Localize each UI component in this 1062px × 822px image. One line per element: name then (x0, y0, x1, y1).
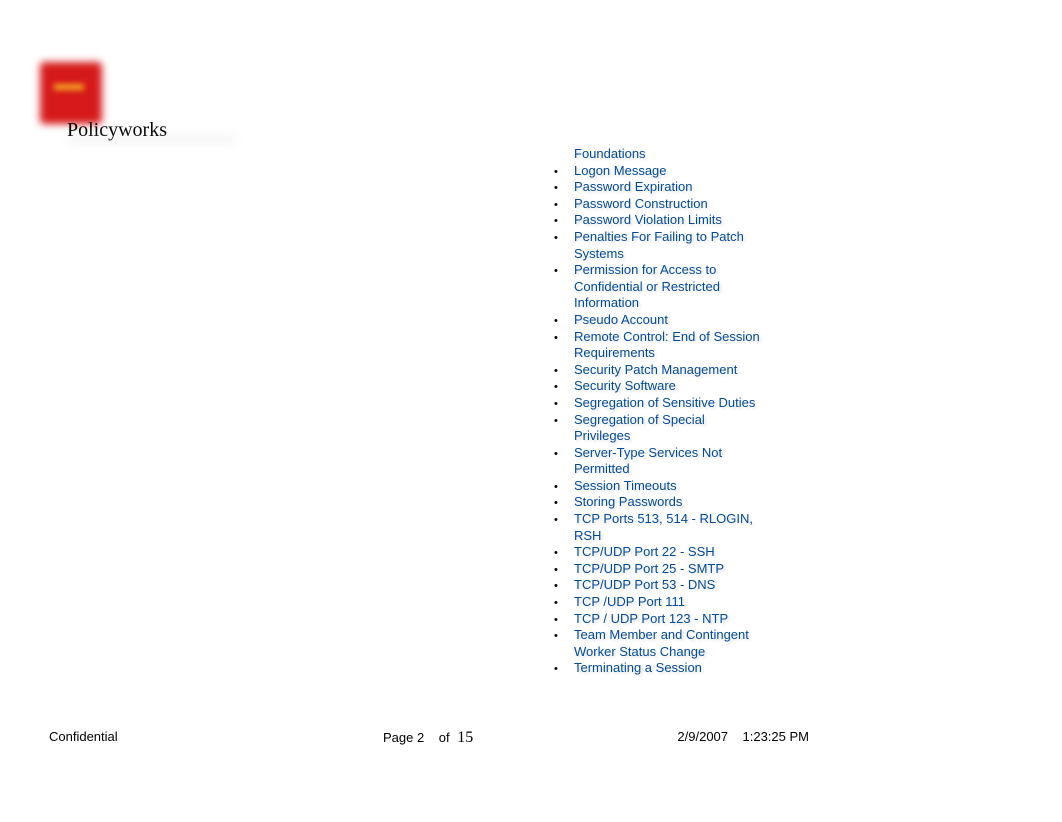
policy-list-item: Permission for Access to Confidential or… (552, 262, 802, 312)
policy-link[interactable]: Segregation of Special Privileges (574, 412, 764, 445)
policy-list-item: Password Violation Limits (552, 212, 802, 229)
company-logo-accent (54, 84, 84, 90)
policy-list-item: TCP / UDP Port 123 - NTP (552, 611, 802, 628)
footer-page-of: of (439, 730, 450, 745)
footer-date: 2/9/2007 (677, 729, 728, 744)
policy-link[interactable]: Logon Message (574, 163, 667, 180)
footer-time: 1:23:25 PM (743, 729, 810, 744)
policy-link[interactable]: Pseudo Account (574, 312, 668, 329)
policy-link[interactable]: TCP /UDP Port 111 (574, 594, 685, 611)
policy-link[interactable]: Session Timeouts (574, 478, 677, 495)
policy-link[interactable]: Terminating a Session (574, 660, 702, 677)
policy-list-item: Terminating a Session (552, 660, 802, 677)
policy-list-item: TCP /UDP Port 111 (552, 594, 802, 611)
policy-link[interactable]: Foundations (574, 146, 646, 163)
subtitle-blur (67, 133, 237, 145)
policy-link[interactable]: Permission for Access to Confidential or… (574, 262, 764, 312)
policy-link[interactable]: Server-Type Services Not Permitted (574, 445, 764, 478)
policy-link[interactable]: Segregation of Sensitive Duties (574, 395, 755, 412)
policy-link[interactable]: Team Member and Contingent Worker Status… (574, 627, 764, 660)
policy-list-item: Penalties For Failing to Patch Systems (552, 229, 802, 262)
footer-confidential: Confidential (49, 729, 118, 744)
policy-link[interactable]: TCP / UDP Port 123 - NTP (574, 611, 728, 628)
policy-link[interactable]: Password Violation Limits (574, 212, 722, 229)
policy-link[interactable]: TCP/UDP Port 53 - DNS (574, 577, 715, 594)
policy-link[interactable]: TCP/UDP Port 25 - SMTP (574, 561, 724, 578)
policy-list-item: TCP Ports 513, 514 - RLOGIN, RSH (552, 511, 802, 544)
footer-timestamp: 2/9/2007 1:23:25 PM (677, 729, 809, 744)
policy-link[interactable]: Remote Control: End of Session Requireme… (574, 329, 764, 362)
policy-list-item: Segregation of Special Privileges (552, 412, 802, 445)
footer-page-indicator: Page 2 of 15 (383, 729, 473, 747)
policy-list-item: TCP/UDP Port 25 - SMTP (552, 561, 802, 578)
policy-link[interactable]: Penalties For Failing to Patch Systems (574, 229, 764, 262)
footer-page-label: Page (383, 730, 413, 745)
policy-list-item: Segregation of Sensitive Duties (552, 395, 802, 412)
footer-page-total: 15 (457, 729, 473, 746)
policy-list-item: TCP/UDP Port 53 - DNS (552, 577, 802, 594)
policy-link[interactable]: Security Patch Management (574, 362, 737, 379)
policy-list-item: Server-Type Services Not Permitted (552, 445, 802, 478)
company-logo (40, 62, 102, 124)
policy-list-item: Team Member and Contingent Worker Status… (552, 627, 802, 660)
policy-list-item: Session Timeouts (552, 478, 802, 495)
policy-link[interactable]: Password Construction (574, 196, 708, 213)
policy-link[interactable]: Storing Passwords (574, 494, 682, 511)
policy-link[interactable]: Password Expiration (574, 179, 693, 196)
policy-link[interactable]: TCP Ports 513, 514 - RLOGIN, RSH (574, 511, 764, 544)
policy-link[interactable]: TCP/UDP Port 22 - SSH (574, 544, 715, 561)
policy-list-item: Logon Message (552, 163, 802, 180)
policy-list-item: TCP/UDP Port 22 - SSH (552, 544, 802, 561)
policy-list-item: Foundations (552, 146, 802, 163)
policy-list-item: Password Expiration (552, 179, 802, 196)
policy-list: FoundationsLogon MessagePassword Expirat… (552, 146, 802, 677)
footer-page-current: 2 (417, 730, 424, 745)
document-page: Policyworks FoundationsLogon MessagePass… (0, 0, 1062, 822)
policy-list-item: Pseudo Account (552, 312, 802, 329)
policy-list-item: Password Construction (552, 196, 802, 213)
policy-list-item: Security Patch Management (552, 362, 802, 379)
policy-list-item: Storing Passwords (552, 494, 802, 511)
policy-list-item: Remote Control: End of Session Requireme… (552, 329, 802, 362)
policy-link[interactable]: Security Software (574, 378, 676, 395)
policy-list-item: Security Software (552, 378, 802, 395)
